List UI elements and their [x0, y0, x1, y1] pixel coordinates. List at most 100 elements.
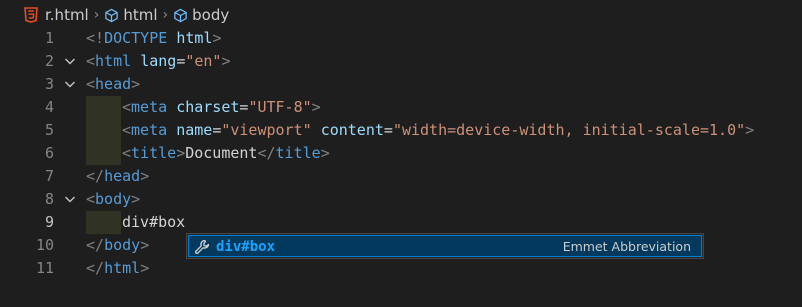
code-text: </body> — [86, 234, 149, 257]
breadcrumb: r.html › html › body — [0, 0, 802, 30]
code-token-text: = — [176, 52, 186, 70]
code-text: <meta name="viewport" content="width=dev… — [122, 119, 754, 142]
chevron-down-icon[interactable] — [62, 50, 78, 73]
code-line[interactable]: 3 <head> — [0, 73, 802, 96]
cube-icon — [174, 8, 187, 22]
code-token-str: "en" — [185, 52, 222, 70]
code-text: <body> — [86, 188, 140, 211]
suggestion-widget: div#box Emmet Abbreviation — [186, 233, 704, 259]
line-number: 2 — [44, 52, 54, 70]
code-token-text: = — [212, 121, 222, 139]
breadcrumb-segment-label: html — [123, 6, 158, 24]
line-number: 3 — [44, 75, 54, 93]
code-token-punc: > — [140, 259, 150, 277]
suggestion-detail: Emmet Abbreviation — [562, 239, 691, 254]
code-token-tag: html — [95, 52, 132, 70]
suggestion-item[interactable]: div#box Emmet Abbreviation — [188, 235, 702, 257]
code-token-punc: > — [140, 236, 150, 254]
code-token-punc: > — [320, 144, 330, 162]
code-text: <head> — [86, 73, 140, 96]
code-line[interactable]: 2 <html lang="en"> — [0, 50, 802, 73]
html5-icon — [24, 7, 38, 23]
code-token-punc: < — [122, 144, 132, 162]
code-token-tag: html — [104, 259, 141, 277]
code-token-tag: title — [131, 144, 177, 162]
code-token-text: div#box — [122, 213, 186, 231]
code-line[interactable]: 8 <body> — [0, 188, 802, 211]
code-text: <!DOCTYPE html> — [86, 27, 221, 50]
code-token-tag: meta — [131, 98, 168, 116]
code-token-tag: body — [104, 236, 141, 254]
code-token-tag: meta — [131, 121, 168, 139]
code-token-attr: name — [176, 121, 213, 139]
code-token-tag: head — [95, 75, 132, 93]
code-line[interactable]: 7 </head> — [0, 165, 802, 188]
code-token-punc: > — [140, 167, 150, 185]
code-text: <html lang="en"> — [86, 50, 231, 73]
code-text: <title>Document</title> — [122, 142, 330, 165]
line-number: 8 — [44, 190, 54, 208]
code-token-punc: > — [311, 98, 321, 116]
code-line[interactable]: 4 <meta charset="UTF-8"> — [0, 96, 802, 119]
wrench-icon — [195, 239, 210, 254]
code-token-attr: charset — [176, 98, 240, 116]
line-number: 7 — [44, 167, 54, 185]
code-token-str: "UTF-8" — [248, 98, 312, 116]
code-token-punc: </ — [86, 259, 105, 277]
line-number: 11 — [35, 259, 54, 277]
breadcrumb-segment-body[interactable]: body — [173, 6, 229, 24]
code-token-punc: > — [131, 190, 141, 208]
code-token-punc: > — [176, 144, 186, 162]
line-number: 5 — [44, 121, 54, 139]
suggestion-label: div#box — [216, 239, 276, 255]
code-token-punc: < — [86, 75, 96, 93]
line-number: 10 — [35, 236, 54, 254]
code-line[interactable]: 5 <meta name="viewport" content="width=de… — [0, 119, 802, 142]
code-line[interactable]: 1 <!DOCTYPE html> — [0, 27, 802, 50]
code-token-punc: > — [745, 121, 755, 139]
breadcrumb-file-label: r.html — [45, 6, 89, 24]
code-line[interactable]: 11 </html> — [0, 257, 802, 280]
code-token-tag: head — [104, 167, 141, 185]
code-token-attr: html — [176, 29, 213, 47]
line-number: 6 — [44, 144, 54, 162]
breadcrumb-segment-label: body — [192, 6, 230, 24]
code-token-text: Document — [185, 144, 258, 162]
chevron-right-icon: › — [93, 7, 100, 23]
code-token-punc: </ — [257, 144, 276, 162]
code-line[interactable]: 9 div#box — [0, 211, 802, 234]
breadcrumb-file[interactable]: r.html — [24, 6, 89, 24]
code-token-str: "width=device-width, initial-scale=1.0" — [392, 121, 746, 139]
chevron-down-icon[interactable] — [62, 188, 78, 211]
line-number: 9 — [44, 213, 54, 231]
code-token-tag: title — [275, 144, 321, 162]
cube-icon — [105, 8, 119, 22]
code-token-attr: content — [320, 121, 384, 139]
chevron-down-icon[interactable] — [62, 73, 78, 96]
code-token-punc: <! — [86, 29, 105, 47]
code-token-tag: DOCTYPE — [104, 29, 168, 47]
line-number: 1 — [44, 29, 54, 47]
breadcrumb-segment-html[interactable]: html — [104, 6, 158, 24]
chevron-right-icon: › — [162, 7, 169, 23]
code-token-punc: < — [122, 121, 132, 139]
code-token-tag: body — [95, 190, 132, 208]
code-text: </html> — [86, 257, 149, 280]
code-editor[interactable]: 1 <!DOCTYPE html> 2 <html lang="en"> 3 <head>… — [0, 27, 802, 307]
code-token-punc: > — [221, 52, 231, 70]
code-line[interactable]: 6 <title>Document</title> — [0, 142, 802, 165]
code-token-punc: > — [131, 75, 141, 93]
code-token-punc: < — [86, 190, 96, 208]
line-number: 4 — [44, 98, 54, 116]
code-token-punc: < — [122, 98, 132, 116]
code-token-attr: lang — [140, 52, 177, 70]
code-token-str: "viewport" — [221, 121, 312, 139]
code-text: <meta charset="UTF-8"> — [122, 96, 321, 119]
code-text: div#box — [122, 211, 185, 234]
code-token-punc: </ — [86, 236, 105, 254]
